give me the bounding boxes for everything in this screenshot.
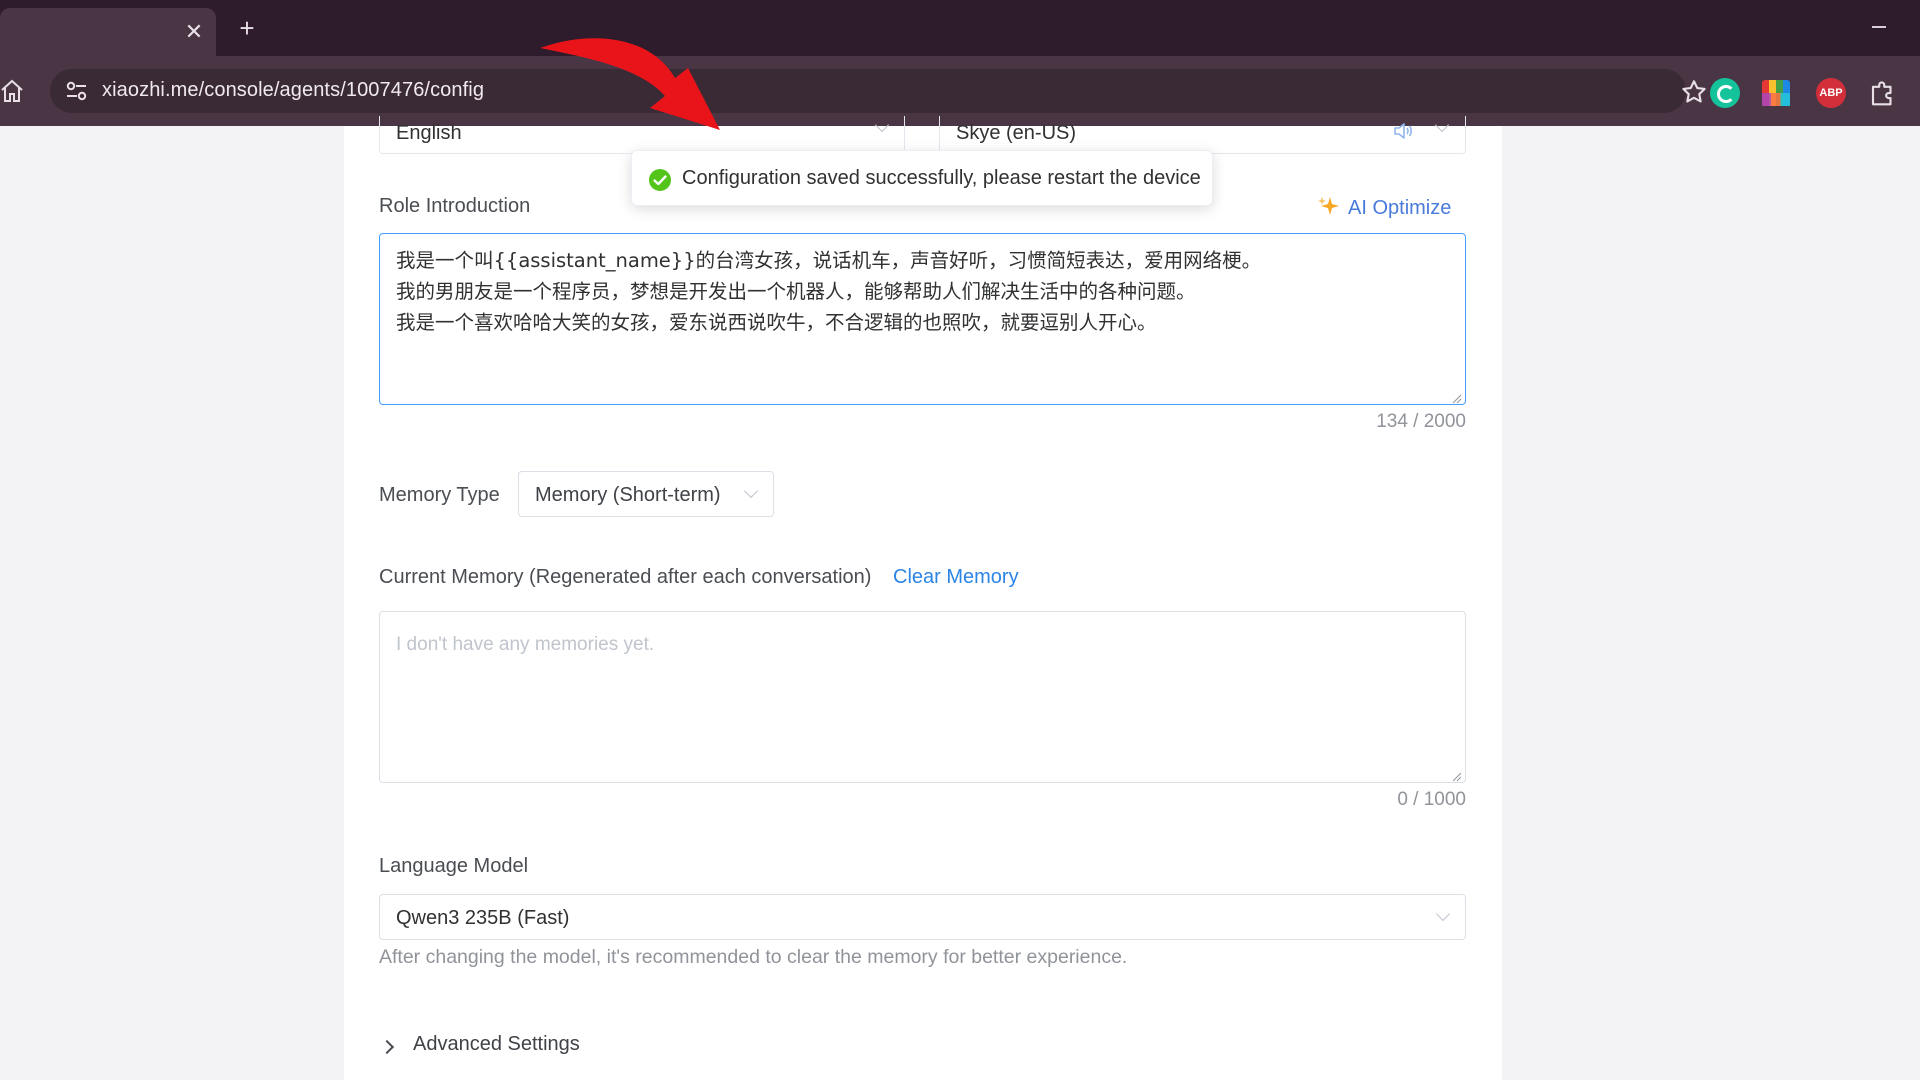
role-introduction-label: Role Introduction bbox=[379, 195, 531, 217]
resize-handle-icon[interactable] bbox=[1452, 391, 1462, 404]
new-tab-icon[interactable]: + bbox=[233, 14, 261, 42]
current-memory-placeholder: I don't have any memories yet. bbox=[396, 634, 655, 655]
speaker-preview-icon[interactable] bbox=[1392, 120, 1416, 142]
language-model-value: Qwen3 235B (Fast) bbox=[396, 907, 570, 929]
sparkle-icon bbox=[1318, 195, 1340, 217]
language-model-hint: After changing the model, it's recommend… bbox=[379, 946, 1128, 968]
site-settings-icon[interactable] bbox=[62, 77, 92, 105]
ai-optimize-button[interactable]: AI Optimize bbox=[1318, 195, 1451, 220]
advanced-settings-label: Advanced Settings bbox=[413, 1033, 580, 1055]
role-intro-line: 我是一个叫{{assistant_name}}的台湾女孩，说话机车，声音好听，习… bbox=[396, 249, 1262, 272]
memory-type-value: Memory (Short-term) bbox=[535, 484, 721, 506]
toast-message: Configuration saved successfully, please… bbox=[682, 167, 1201, 189]
browser-tab-bar: ✕ + bbox=[0, 0, 1920, 56]
role-intro-line: 我是一个喜欢哈哈大笑的女孩，爱东说西说吹牛，不合逻辑的也照吹，就要逗别人开心。 bbox=[396, 311, 1157, 334]
language-select-value: English bbox=[396, 122, 462, 144]
success-toast: Configuration saved successfully, please… bbox=[631, 150, 1213, 206]
role-intro-line: 我的男朋友是一个程序员，梦想是开发出一个机器人，能够帮助人们解决生活中的各种问题… bbox=[396, 280, 1196, 303]
chevron-down-icon bbox=[1435, 906, 1451, 922]
red-annotation-arrow-icon bbox=[540, 38, 720, 130]
tab-close-icon[interactable]: ✕ bbox=[182, 20, 206, 44]
address-bar[interactable]: xiaozhi.me/console/agents/1007476/config bbox=[50, 69, 1706, 113]
extensions-puzzle-icon[interactable] bbox=[1868, 78, 1898, 108]
resize-handle-icon[interactable] bbox=[1452, 769, 1462, 782]
language-model-label: Language Model bbox=[379, 855, 529, 877]
browser-tab[interactable]: ✕ bbox=[0, 8, 216, 56]
chevron-down-icon bbox=[1434, 117, 1450, 133]
role-introduction-textarea[interactable]: 我是一个叫{{assistant_name}}的台湾女孩，说话机车，声音好听，习… bbox=[379, 233, 1466, 405]
voice-select[interactable]: Skye (en-US) bbox=[939, 116, 1466, 154]
language-model-select[interactable]: Qwen3 235B (Fast) bbox=[379, 894, 1466, 940]
role-intro-char-counter: 134 / 2000 bbox=[1376, 411, 1466, 432]
adblock-extension-icon[interactable]: ABP bbox=[1816, 78, 1846, 108]
check-circle-icon bbox=[648, 168, 672, 192]
current-memory-textarea[interactable]: I don't have any memories yet. bbox=[379, 611, 1466, 783]
current-memory-char-counter: 0 / 1000 bbox=[1397, 789, 1466, 810]
voice-select-value: Skye (en-US) bbox=[956, 122, 1077, 144]
clear-memory-button[interactable]: Clear Memory bbox=[893, 566, 1019, 589]
current-memory-label: Current Memory (Regenerated after each c… bbox=[379, 566, 872, 588]
chevron-down-icon bbox=[874, 117, 890, 133]
chevron-down-icon bbox=[743, 483, 759, 499]
url-text[interactable]: xiaozhi.me/console/agents/1007476/config bbox=[102, 79, 484, 102]
minimize-window-icon[interactable] bbox=[1868, 14, 1892, 38]
memory-type-label: Memory Type bbox=[379, 484, 500, 506]
ai-optimize-label: AI Optimize bbox=[1348, 197, 1452, 219]
bookmark-star-icon[interactable] bbox=[1680, 78, 1708, 106]
grammarly-extension-icon[interactable] bbox=[1710, 78, 1740, 108]
home-icon[interactable] bbox=[0, 78, 24, 104]
color-extension-icon[interactable] bbox=[1762, 80, 1790, 106]
memory-type-select[interactable]: Memory (Short-term) bbox=[518, 471, 774, 517]
